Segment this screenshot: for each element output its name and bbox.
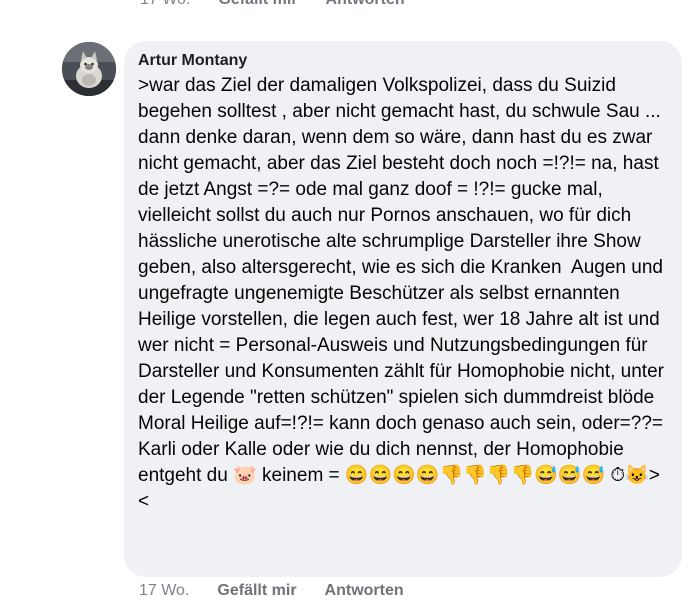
comment-text: >war das Ziel der damaligen Volkspolizei… [138, 75, 674, 512]
comment-thread: 17 Wo. Gefällt mir Antworten Artur Monta… [0, 0, 699, 605]
previous-like-link[interactable]: Gefällt mir [218, 0, 297, 9]
cat-avatar-icon [62, 42, 116, 96]
previous-comment-time[interactable]: 17 Wo. [140, 0, 190, 9]
comment-author[interactable]: Artur Montany [138, 51, 668, 71]
reply-link[interactable]: Antworten [325, 582, 404, 600]
previous-comment-actions: 17 Wo. Gefällt mir Antworten [140, 0, 405, 9]
avatar[interactable] [62, 42, 116, 96]
like-link[interactable]: Gefällt mir [217, 582, 296, 600]
comment-time[interactable]: 17 Wo. [139, 582, 189, 600]
previous-reply-link[interactable]: Antworten [326, 0, 405, 9]
comment-bubble: Artur Montany >war das Ziel der damalige… [124, 41, 682, 577]
comment-actions: 17 Wo. Gefällt mir Antworten [139, 582, 404, 600]
